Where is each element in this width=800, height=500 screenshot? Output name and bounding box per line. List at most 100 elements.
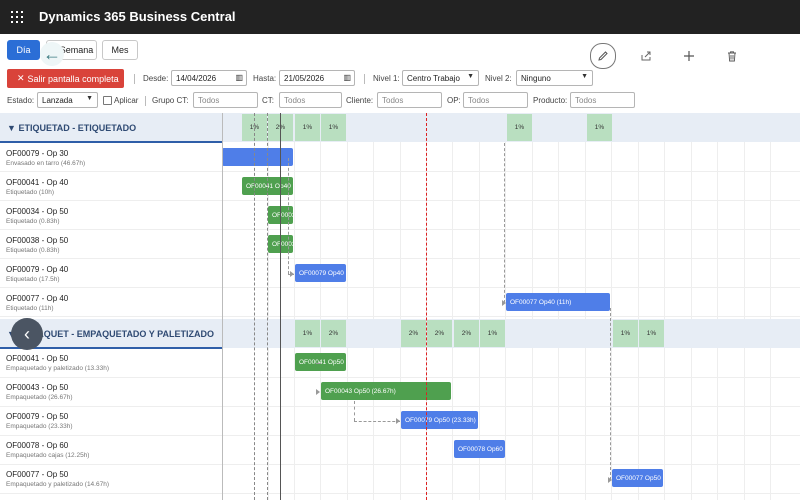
- task-row[interactable]: OF00041 - Op 50 Empaquetado y paletizado…: [0, 349, 800, 378]
- top-bar: Dynamics 365 Business Central: [0, 0, 800, 34]
- ct-label: CT:: [262, 96, 274, 105]
- group-row-empaquet[interactable]: ▼ EMPAQUET - EMPAQUETADO Y PALETIZADO 1%…: [0, 319, 800, 348]
- task-row[interactable]: OF00041 - Op 40 Etiquetado (10h) OF00041…: [0, 172, 800, 201]
- task-bar[interactable]: OF00077 Op40 (11h): [506, 293, 610, 311]
- task-row[interactable]: OF00077 - Op 50 Empaquetado y paletizado…: [0, 465, 800, 494]
- load-cell: 2%: [427, 320, 452, 347]
- chevron-down-icon[interactable]: ▼: [7, 123, 16, 133]
- view-month-button[interactable]: Mes: [102, 40, 138, 60]
- task-row[interactable]: OF00034 - Op 50 Etiquetado (0.83h) OF000…: [0, 201, 800, 230]
- dependency-link: [504, 143, 505, 303]
- arrow-icon: [608, 477, 612, 483]
- chevron-down-icon: ▼: [467, 73, 474, 80]
- grupo-ct-input[interactable]: Todos: [193, 92, 258, 108]
- nivel2-label: Nivel 2:: [485, 74, 512, 83]
- chevron-down-icon: ▼: [581, 73, 588, 80]
- task-row[interactable]: OF00079 - Op 30 Envasado en tarro (46.67…: [0, 143, 800, 172]
- task-row[interactable]: OF00078 - Op 60 Empaquetado cajas (12.25…: [0, 436, 800, 465]
- task-name: OF00077 - Op 50: [6, 470, 69, 479]
- op-input[interactable]: Todos: [463, 92, 528, 108]
- grupo-ct-label: Grupo CT:: [152, 96, 189, 105]
- view-day-button[interactable]: Día: [7, 40, 40, 60]
- app-title: Dynamics 365 Business Central: [39, 9, 236, 24]
- task-detail: Envasado en tarro (46.67h): [6, 160, 86, 167]
- plus-icon[interactable]: [677, 44, 701, 68]
- task-bar[interactable]: OF00043 Op50 (26.67h): [321, 382, 451, 400]
- task-row[interactable]: OF00079 - Op 50 Empaquetado (23.33h) OF0…: [0, 407, 800, 436]
- load-cell: 1%: [295, 114, 320, 141]
- task-bar[interactable]: [222, 148, 293, 166]
- task-bar[interactable]: OF00041 Op50 (13.33h): [295, 353, 346, 371]
- chevron-left-icon[interactable]: ‹: [11, 318, 43, 350]
- task-detail: Empaquetado (26.67h): [6, 394, 73, 401]
- estado-label: Estado:: [7, 96, 35, 105]
- arrow-icon: [396, 418, 400, 424]
- exit-fullscreen-button[interactable]: ✕ Salir pantalla completa: [7, 69, 124, 88]
- nivel1-select[interactable]: Centro Trabajo ▼: [402, 70, 479, 86]
- task-bar[interactable]: OF00079 Op40 (17.5h): [295, 264, 346, 282]
- estado-select[interactable]: Lanzada ▼: [37, 92, 98, 108]
- trash-icon[interactable]: [720, 44, 744, 68]
- task-detail: Empaquetado y paletizado (13.33h): [6, 365, 109, 372]
- load-cell: 1%: [613, 320, 638, 347]
- load-cell: 1%: [507, 114, 532, 141]
- time-marker: [267, 113, 268, 500]
- separator: [134, 74, 135, 84]
- cliente-input[interactable]: Todos: [377, 92, 442, 108]
- calendar-icon: ▥: [343, 73, 351, 82]
- task-bar[interactable]: OF00079 Op50 (23.33h): [401, 411, 478, 429]
- task-bar[interactable]: OF00077 Op50 (14.67h): [612, 469, 663, 487]
- group-row-etiquetad[interactable]: ▼ ETIQUETAD - ETIQUETADO 1% 2% 1% 1% 1% …: [0, 113, 800, 142]
- producto-input[interactable]: Todos: [570, 92, 635, 108]
- task-row[interactable]: OF00077 - Op 40 Etiquetado (11h) OF00077…: [0, 288, 800, 317]
- dependency-link: [354, 421, 400, 422]
- op-label: OP:: [447, 96, 461, 105]
- desde-label: Desde:: [143, 74, 169, 83]
- cliente-label: Cliente:: [346, 96, 374, 105]
- aplicar-checkbox[interactable]: [103, 96, 112, 105]
- dependency-link: [610, 308, 611, 480]
- back-arrow-icon[interactable]: ←: [40, 42, 64, 66]
- load-cell: 1%: [639, 320, 664, 347]
- task-row[interactable]: OF00038 - Op 50 Etiquetado (0.83h) OF000…: [0, 230, 800, 259]
- task-detail: Etiquetado (10h): [6, 189, 55, 196]
- task-name: OF00079 - Op 50: [6, 412, 69, 421]
- pencil-icon[interactable]: [590, 43, 616, 69]
- load-cell: 1%: [587, 114, 612, 141]
- share-icon[interactable]: [634, 44, 658, 68]
- task-name: OF00041 - Op 40: [6, 178, 69, 187]
- task-name: OF00034 - Op 50: [6, 207, 69, 216]
- waffle-icon[interactable]: [11, 11, 23, 23]
- hasta-label: Hasta:: [253, 74, 277, 83]
- separator: [364, 74, 365, 84]
- panel-divider[interactable]: [222, 113, 223, 500]
- task-name: OF00038 - Op 50: [6, 236, 69, 245]
- desde-date-input[interactable]: 14/04/2026 ▥: [171, 70, 247, 86]
- aplicar-label: Aplicar: [114, 96, 139, 105]
- deadline-line: [426, 113, 427, 500]
- nivel1-label: Nivel 1:: [373, 74, 400, 83]
- task-row[interactable]: OF00079 - Op 40 Etiquetado (17.5h) OF000…: [0, 259, 800, 288]
- task-detail: Empaquetado cajas (12.25h): [6, 452, 90, 459]
- hasta-date-input[interactable]: 21/05/2026 ▥: [279, 70, 355, 86]
- arrow-icon: [502, 300, 506, 306]
- task-row[interactable]: OF00043 - Op 50 Empaquetado (26.67h) OF0…: [0, 378, 800, 407]
- group-label: EMPAQUET - EMPAQUETADO Y PALETIZADO: [18, 329, 214, 339]
- dependency-link: [316, 363, 321, 364]
- gantt-chart: ▼ ETIQUETAD - ETIQUETADO 1% 2% 1% 1% 1% …: [0, 113, 800, 500]
- nivel2-select[interactable]: Ninguno ▼: [516, 70, 593, 86]
- task-name: OF00078 - Op 60: [6, 441, 69, 450]
- load-cell: 2%: [401, 320, 426, 347]
- task-name: OF00043 - Op 50: [6, 383, 69, 392]
- dependency-link: [288, 158, 289, 274]
- group-label: ETIQUETAD - ETIQUETADO: [18, 123, 137, 133]
- dependency-link: [354, 401, 355, 421]
- task-detail: Etiquetado (0.83h): [6, 218, 60, 225]
- chevron-down-icon: ▼: [86, 95, 93, 102]
- load-cell: 2%: [454, 320, 479, 347]
- task-bar[interactable]: OF00078 Op60 (12.25h): [454, 440, 505, 458]
- load-cell: 2%: [321, 320, 346, 347]
- ct-input[interactable]: Todos: [279, 92, 342, 108]
- load-cell: 1%: [321, 114, 346, 141]
- time-marker: [254, 113, 255, 500]
